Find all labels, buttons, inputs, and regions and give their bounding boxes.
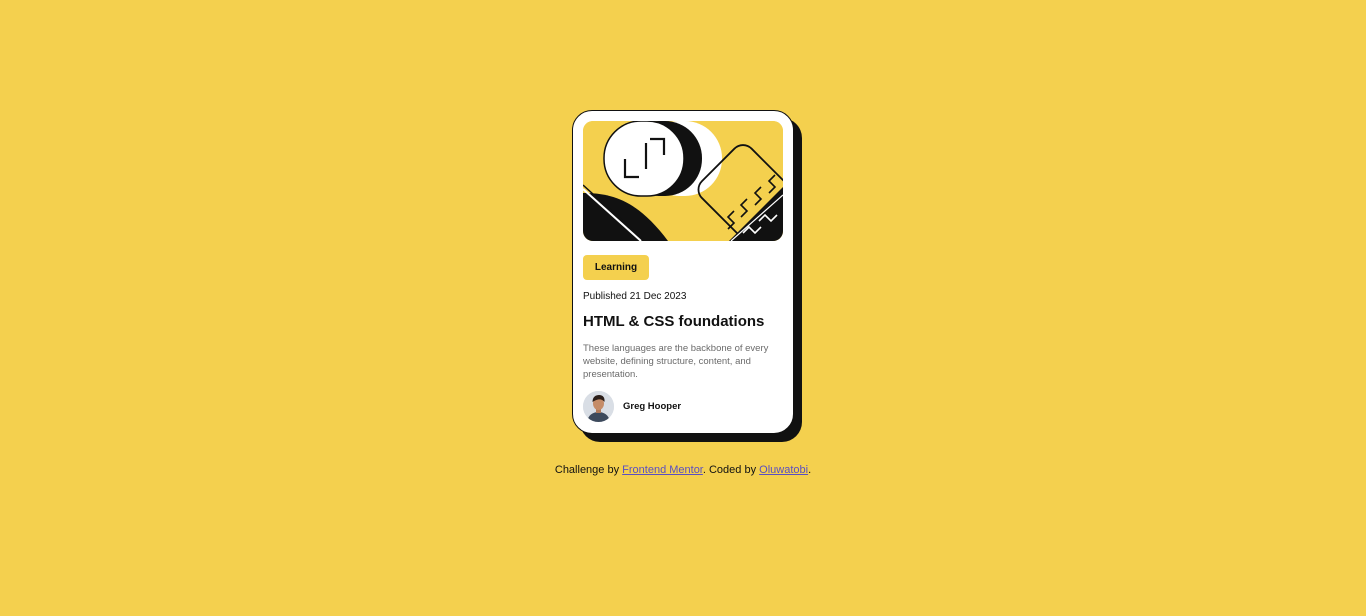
illustration-image (583, 121, 783, 241)
category-tag: Learning (583, 255, 649, 280)
abstract-illustration-icon (583, 121, 783, 241)
author-name: Greg Hooper (623, 401, 682, 412)
frontend-mentor-link[interactable]: Frontend Mentor (622, 464, 703, 476)
blog-preview-card: Learning Published 21 Dec 2023 HTML & CS… (572, 110, 794, 434)
author-avatar (583, 391, 614, 422)
page: Learning Published 21 Dec 2023 HTML & CS… (0, 0, 1366, 616)
attribution-prefix: Challenge by (554, 464, 623, 476)
published-date: Published 21 Dec 2023 (583, 291, 687, 302)
attribution-suffix: . (808, 464, 812, 476)
author-link[interactable]: Oluwatobi (759, 464, 808, 476)
author-portrait-icon (583, 391, 614, 422)
attribution-middle: . Coded by (702, 464, 760, 476)
card-title[interactable]: HTML & CSS foundations (583, 313, 764, 330)
attribution: Challenge by Frontend Mentor. Coded by O… (0, 464, 1366, 476)
card-description: These languages are the backbone of ever… (583, 343, 769, 380)
